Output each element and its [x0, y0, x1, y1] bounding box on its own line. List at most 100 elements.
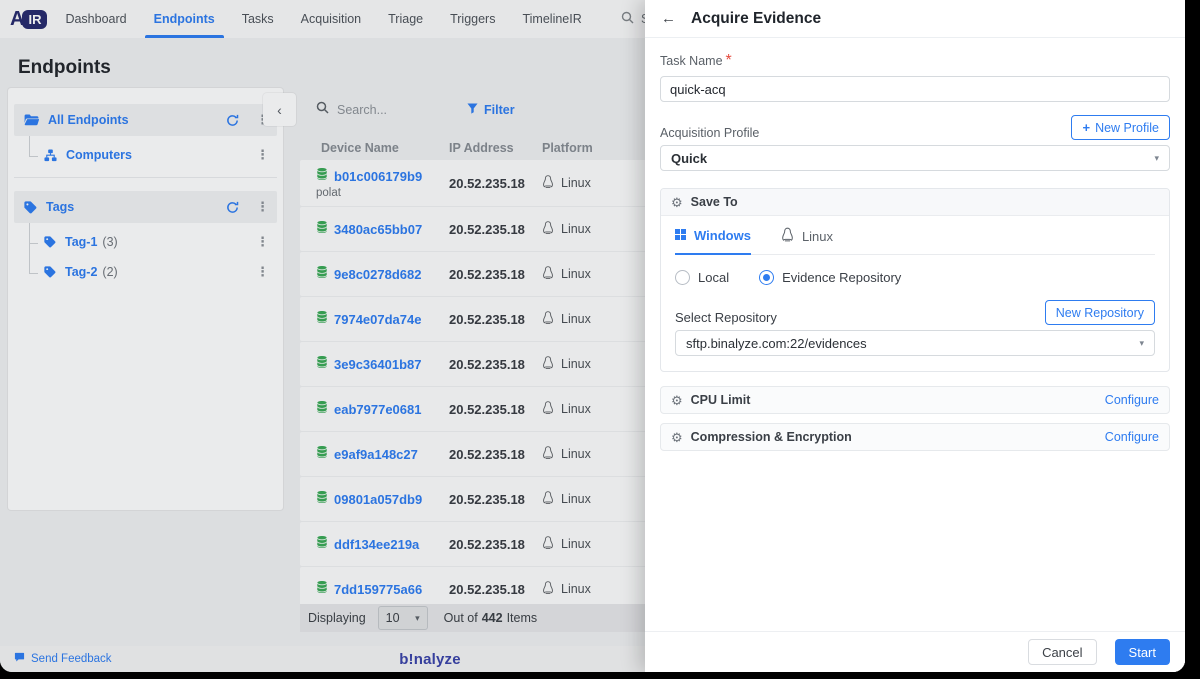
tree-item-computers[interactable]: Computers ⋮: [14, 140, 277, 170]
refresh-icon[interactable]: [226, 201, 239, 214]
table-row[interactable]: 9e8c0278d682 20.52.235.18 Linux: [300, 252, 680, 296]
folder-icon: [24, 114, 39, 126]
nav-item-dashboard[interactable]: Dashboard: [65, 0, 126, 38]
device-ip: 20.52.235.18: [449, 312, 542, 327]
device-ip: 20.52.235.18: [449, 537, 542, 552]
radio-local[interactable]: Local: [675, 270, 729, 285]
filter-button[interactable]: Filter: [467, 103, 515, 117]
air-logo[interactable]: A IR: [10, 8, 47, 31]
cpu-limit-section: ⚙ CPU Limit Configure: [660, 386, 1170, 414]
acquisition-profile-select[interactable]: Quick ▾: [660, 145, 1170, 171]
acquire-evidence-drawer: ← Acquire Evidence Task Name* Acquisitio…: [645, 0, 1185, 672]
tree-item-label: Tag-1: [65, 235, 97, 249]
back-arrow-icon[interactable]: ←: [661, 11, 676, 26]
out-of-label: Out of: [444, 611, 478, 625]
gear-icon: ⚙: [671, 394, 683, 407]
table-search-input[interactable]: [337, 103, 445, 117]
new-profile-button[interactable]: + New Profile: [1071, 115, 1170, 140]
page-size-select[interactable]: 10 ▾: [378, 606, 428, 630]
device-ip: 20.52.235.18: [449, 447, 542, 462]
repository-select[interactable]: sftp.binalyze.com:22/evidences ▾: [675, 330, 1155, 356]
task-name-input[interactable]: [660, 76, 1170, 102]
column-header-platform[interactable]: Platform: [542, 141, 593, 155]
table-row[interactable]: e9af9a148c27 20.52.235.18 Linux: [300, 432, 680, 476]
search-icon: [621, 11, 634, 27]
device-ip: 20.52.235.18: [449, 222, 542, 237]
device-name-link[interactable]: 3e9c36401b87: [334, 357, 421, 372]
radio-evidence-repository[interactable]: Evidence Repository: [759, 270, 901, 285]
table-header: Device Name IP Address Platform: [300, 141, 680, 155]
device-name-link[interactable]: 3480ac65bb07: [334, 222, 422, 237]
table-search[interactable]: [316, 101, 445, 119]
linux-icon: [542, 265, 554, 283]
table-row[interactable]: eab7977e0681 20.52.235.18 Linux: [300, 387, 680, 431]
table-controls: Filter: [316, 99, 515, 121]
nav-item-triage[interactable]: Triage: [388, 0, 423, 38]
cancel-button[interactable]: Cancel: [1028, 639, 1096, 665]
send-feedback-button[interactable]: Send Feedback: [14, 646, 112, 672]
linux-icon: [542, 220, 554, 238]
caret-down-icon: ▾: [415, 613, 420, 624]
device-name-link[interactable]: e9af9a148c27: [334, 447, 418, 462]
nav-item-tasks[interactable]: Tasks: [242, 0, 274, 38]
drawer-body: Task Name* Acquisition Profile + New Pro…: [645, 52, 1185, 451]
sitemap-icon: [44, 149, 57, 162]
column-header-device-name[interactable]: Device Name: [300, 141, 449, 155]
compression-encryption-configure-link[interactable]: Configure: [1105, 430, 1159, 444]
tree-item-tags[interactable]: Tags ⋮: [14, 191, 277, 223]
app-window: A IR Dashboard Endpoints Tasks Acquisiti…: [0, 0, 1185, 672]
device-status-icon: [316, 355, 328, 374]
nav-item-triggers[interactable]: Triggers: [450, 0, 495, 38]
table-row[interactable]: 09801a057db9 20.52.235.18 Linux: [300, 477, 680, 521]
table-row[interactable]: 7974e07da74e 20.52.235.18 Linux: [300, 297, 680, 341]
tree-item-all-endpoints[interactable]: All Endpoints ⋮: [14, 104, 277, 136]
device-status-icon: [316, 535, 328, 554]
tree-item-tag-1[interactable]: Tag-1 (3) ⋮: [14, 227, 277, 257]
table-row[interactable]: 3480ac65bb07 20.52.235.18 Linux: [300, 207, 680, 251]
linux-icon: [781, 227, 794, 245]
device-name-link[interactable]: b01c006179b9: [334, 169, 422, 184]
cpu-limit-configure-link[interactable]: Configure: [1105, 393, 1159, 407]
table-row[interactable]: ddf134ee219a 20.52.235.18 Linux: [300, 522, 680, 566]
table-row[interactable]: b01c006179b9 polat 20.52.235.18 Linux: [300, 160, 680, 206]
tree-item-tag-2[interactable]: Tag-2 (2) ⋮: [14, 257, 277, 287]
funnel-icon: [467, 103, 478, 117]
sidebar-collapse-button[interactable]: ‹: [263, 93, 296, 126]
platform-label: Linux: [561, 267, 591, 281]
endpoint-table: b01c006179b9 polat 20.52.235.18 Linux 34…: [300, 160, 680, 612]
nav-item-timelineir[interactable]: TimelineIR: [522, 0, 581, 38]
kebab-menu-icon[interactable]: ⋮: [256, 234, 269, 250]
platform-label: Linux: [561, 582, 591, 596]
device-name-link[interactable]: 09801a057db9: [334, 492, 422, 507]
kebab-menu-icon[interactable]: ⋮: [256, 199, 269, 215]
table-row[interactable]: 3e9c36401b87 20.52.235.18 Linux: [300, 342, 680, 386]
device-status-icon: [316, 310, 328, 329]
device-name-link[interactable]: 7dd159775a66: [334, 582, 422, 597]
kebab-menu-icon[interactable]: ⋮: [256, 147, 269, 163]
page-size-value: 10: [386, 611, 400, 625]
endpoint-tree-panel: All Endpoints ⋮ Computers ⋮ Tags: [8, 88, 283, 510]
platform-label: Linux: [561, 176, 591, 190]
device-name-link[interactable]: 9e8c0278d682: [334, 267, 421, 282]
device-name-link[interactable]: eab7977e0681: [334, 402, 421, 417]
start-button[interactable]: Start: [1115, 639, 1170, 665]
compression-encryption-title: Compression & Encryption: [691, 430, 852, 444]
radio-circle: [759, 270, 774, 285]
linux-icon: [542, 174, 554, 192]
device-name-link[interactable]: 7974e07da74e: [334, 312, 421, 327]
tab-windows-label: Windows: [694, 228, 751, 243]
page-title: Endpoints: [18, 57, 111, 79]
refresh-icon[interactable]: [226, 114, 239, 127]
new-repository-button[interactable]: New Repository: [1045, 300, 1155, 325]
column-header-ip-address[interactable]: IP Address: [449, 141, 542, 155]
kebab-menu-icon[interactable]: ⋮: [256, 264, 269, 280]
nav-item-endpoints[interactable]: Endpoints: [154, 0, 215, 38]
tree-item-label: Tag-2: [65, 265, 97, 279]
device-name-link[interactable]: ddf134ee219a: [334, 537, 419, 552]
device-subtitle: polat: [316, 187, 449, 199]
nav-item-acquisition[interactable]: Acquisition: [301, 0, 361, 38]
tab-linux[interactable]: Linux: [781, 227, 833, 254]
tree-item-label: Computers: [66, 148, 132, 162]
tag-icon: [44, 266, 56, 278]
tab-windows[interactable]: Windows: [675, 227, 751, 255]
